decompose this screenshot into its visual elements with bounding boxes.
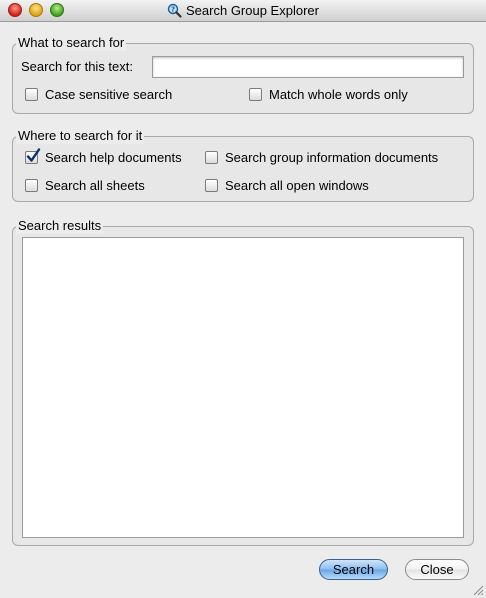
all-sheets-label[interactable]: Search all sheets	[45, 178, 145, 194]
case-sensitive-checkbox[interactable]	[25, 88, 38, 101]
what-to-search-legend: What to search for	[16, 35, 127, 51]
whole-words-label[interactable]: Match whole words only	[269, 87, 408, 103]
search-text-input[interactable]	[152, 56, 464, 78]
resize-grip-icon[interactable]	[473, 585, 484, 596]
what-to-search-group: What to search for	[12, 35, 474, 114]
help-documents-label[interactable]: Search help documents	[45, 150, 182, 166]
checkmark-icon	[26, 148, 41, 162]
all-sheets-checkbox[interactable]	[25, 179, 38, 192]
search-text-label: Search for this text:	[21, 59, 133, 74]
close-button[interactable]: Close	[405, 559, 469, 580]
group-info-label[interactable]: Search group information documents	[225, 150, 438, 166]
search-button[interactable]: Search	[319, 559, 388, 580]
group-info-checkbox[interactable]	[205, 151, 218, 164]
whole-words-checkbox[interactable]	[249, 88, 262, 101]
search-button-label: Search	[332, 562, 375, 577]
search-results-legend: Search results	[16, 218, 104, 234]
search-results-list[interactable]	[22, 237, 464, 538]
case-sensitive-label[interactable]: Case sensitive search	[45, 87, 172, 103]
where-to-search-legend: Where to search for it	[16, 128, 145, 144]
svg-text:?: ?	[171, 6, 175, 14]
open-windows-label[interactable]: Search all open windows	[225, 178, 369, 194]
close-button-label: Close	[420, 562, 454, 577]
title-bar[interactable]: ? Search Group Explorer	[0, 0, 486, 22]
window-title: Search Group Explorer	[186, 3, 319, 18]
search-help-icon: ?	[167, 3, 182, 18]
open-windows-checkbox[interactable]	[205, 179, 218, 192]
help-documents-checkbox[interactable]	[25, 148, 41, 164]
